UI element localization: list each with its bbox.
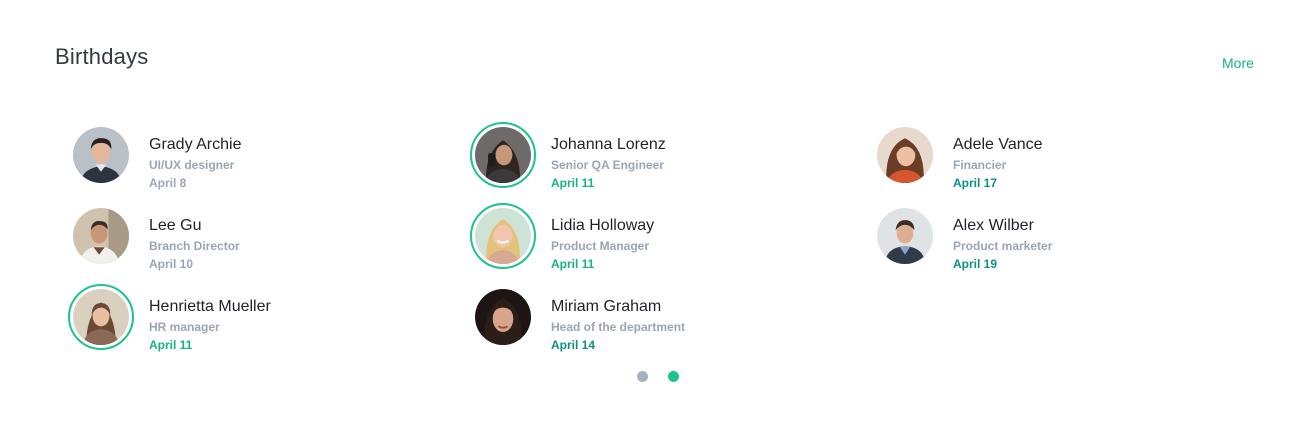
person-role: Branch Director: [149, 239, 240, 253]
person-name[interactable]: Alex Wilber: [953, 216, 1052, 236]
avatar[interactable]: [872, 203, 938, 269]
birthday-date: April 10: [149, 257, 194, 271]
birthday-date: April 11: [551, 257, 595, 271]
person-role: Product Manager: [551, 239, 650, 253]
person-role: HR manager: [149, 320, 220, 334]
pagination-dots: [637, 371, 679, 382]
person-name[interactable]: Lee Gu: [149, 216, 240, 236]
person-photo-icon: [475, 289, 531, 345]
avatar[interactable]: [872, 122, 938, 188]
widget-title: Birthdays: [55, 44, 149, 69]
person-photo-icon: [73, 127, 129, 183]
person-name[interactable]: Henrietta Mueller: [149, 297, 271, 317]
avatar[interactable]: [68, 203, 134, 269]
birthday-card[interactable]: Johanna Lorenz Senior QA Engineer April …: [470, 118, 850, 199]
birthday-card[interactable]: Adele Vance Financier April 17: [872, 118, 1252, 199]
person-role: Product marketer: [953, 239, 1053, 253]
birthday-column-3: Adele Vance Financier April 17 Alex Wilb…: [872, 118, 1252, 280]
birthday-date: April 14: [551, 338, 596, 352]
birthday-column-2: Johanna Lorenz Senior QA Engineer April …: [470, 118, 850, 361]
avatar[interactable]: [470, 203, 536, 269]
birthday-date: April 11: [149, 338, 193, 352]
person-role: Financier: [953, 158, 1007, 172]
birthday-date: April 8: [149, 176, 187, 190]
person-photo-icon: [877, 127, 933, 183]
person-role: Head of the department: [551, 320, 686, 334]
page-dot-2[interactable]: [668, 371, 679, 382]
person-name[interactable]: Grady Archie: [149, 135, 241, 155]
birthday-card[interactable]: Grady Archie UI/UX designer April 8: [68, 118, 448, 199]
person-name[interactable]: Lidia Holloway: [551, 216, 654, 236]
birthday-card[interactable]: Henrietta Mueller HR manager April 11: [68, 280, 448, 361]
birthdays-widget: Birthdays More Grady Archie UI/UX design…: [0, 0, 1289, 421]
birthday-date: April 19: [953, 257, 998, 271]
birthday-column-1: Grady Archie UI/UX designer April 8 Lee …: [68, 118, 448, 361]
person-role: Senior QA Engineer: [551, 158, 664, 172]
avatar[interactable]: [470, 284, 536, 350]
page-dot-1[interactable]: [637, 371, 648, 382]
person-role: UI/UX designer: [149, 158, 235, 172]
person-photo-icon: [475, 208, 531, 264]
person-photo-icon: [475, 127, 531, 183]
birthday-date: April 17: [953, 176, 998, 190]
avatar[interactable]: [68, 284, 134, 350]
birthday-date: April 11: [551, 176, 595, 190]
person-photo-icon: [877, 208, 933, 264]
birthday-card[interactable]: Miriam Graham Head of the department Apr…: [470, 280, 850, 361]
avatar[interactable]: [470, 122, 536, 188]
birthday-card[interactable]: Lidia Holloway Product Manager April 11: [470, 199, 850, 280]
birthday-card[interactable]: Lee Gu Branch Director April 10: [68, 199, 448, 280]
person-name[interactable]: Adele Vance: [953, 135, 1043, 155]
more-link[interactable]: More: [1222, 55, 1254, 71]
person-photo-icon: [73, 289, 129, 345]
person-photo-icon: [73, 208, 129, 264]
birthday-card[interactable]: Alex Wilber Product marketer April 19: [872, 199, 1252, 280]
person-name[interactable]: Miriam Graham: [551, 297, 685, 317]
avatar[interactable]: [68, 122, 134, 188]
person-name[interactable]: Johanna Lorenz: [551, 135, 666, 155]
